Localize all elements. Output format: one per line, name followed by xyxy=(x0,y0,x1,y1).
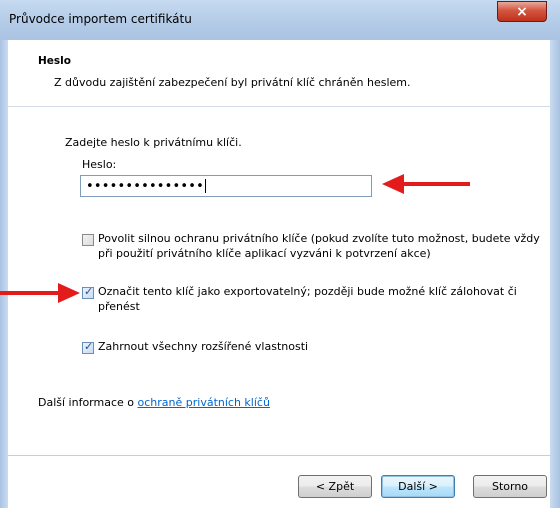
exportable-key-label-line2: přenést xyxy=(98,300,140,313)
password-label: Heslo: xyxy=(82,158,117,171)
page-title: Heslo xyxy=(38,55,71,67)
close-icon: × xyxy=(516,3,528,20)
password-field[interactable]: ••••••••••••••• xyxy=(80,175,372,197)
next-button-label: Další > xyxy=(398,480,438,493)
page-subtitle: Z důvodu zajištění zabezpečení byl privá… xyxy=(54,76,411,89)
next-button[interactable]: Další > xyxy=(381,475,455,498)
strong-protection-label-line1: Povolit silnou ochranu privátního klíče … xyxy=(98,232,540,245)
text-caret xyxy=(205,179,207,193)
strong-protection-checkbox[interactable] xyxy=(82,234,94,246)
include-extended-properties-checkbox[interactable]: ✓ xyxy=(82,340,94,354)
more-info-text: Další informace o ochraně privátních klí… xyxy=(38,396,270,409)
wizard-header: Heslo Z důvodu zajištění zabezpečení byl… xyxy=(8,40,550,107)
annotation-arrow-right-icon xyxy=(0,283,80,303)
cancel-button-label: Storno xyxy=(491,480,529,493)
window-frame-right xyxy=(550,40,560,508)
exportable-key-checkbox[interactable]: ✓ xyxy=(82,285,94,299)
password-value: ••••••••••••••• xyxy=(86,178,205,194)
password-instruction: Zadejte heslo k privátnímu klíči. xyxy=(65,136,242,149)
checkmark-icon: ✓ xyxy=(84,285,94,298)
private-key-protection-link[interactable]: ochraně privátních klíčů xyxy=(138,396,270,409)
back-button[interactable]: < Zpět xyxy=(298,475,372,498)
cancel-button[interactable]: Storno xyxy=(473,475,547,498)
close-button[interactable]: × xyxy=(497,1,547,22)
window-title: Průvodce importem certifikátu xyxy=(9,12,192,26)
back-button-label: < Zpět xyxy=(315,480,355,493)
title-bar: Průvodce importem certifikátu × xyxy=(0,0,560,41)
annotation-arrow-left-icon xyxy=(382,174,470,194)
exportable-key-label-line1: Označit tento klíč jako exportovatelný; … xyxy=(98,285,517,298)
checkmark-icon: ✓ xyxy=(84,340,94,353)
more-info-prefix: Další informace o xyxy=(38,396,138,409)
button-separator xyxy=(8,455,550,456)
window-frame-left xyxy=(0,40,8,508)
include-extended-properties-label: Zahrnout všechny rozšířené vlastnosti xyxy=(98,340,309,353)
strong-protection-label-line2: při použití privátního klíče aplikací vy… xyxy=(98,247,431,260)
